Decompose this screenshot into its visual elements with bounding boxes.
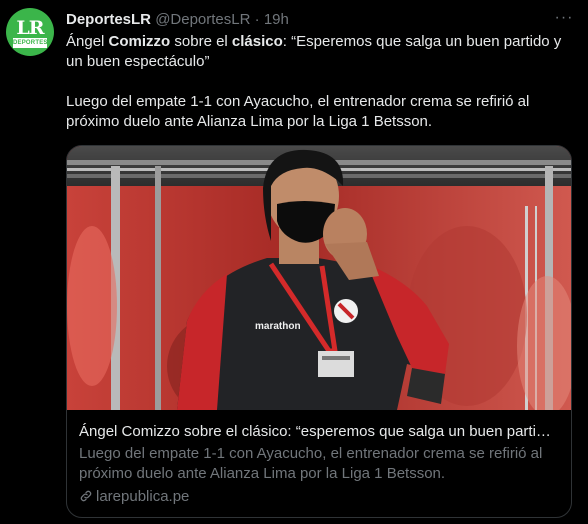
jacket-brand-text: marathon [255, 321, 301, 332]
avatar-logo-letters: LR [16, 17, 44, 39]
tweet[interactable]: LR DEPORTES DeportesLR @DeportesLR · 19h… [0, 0, 588, 524]
author-handle[interactable]: @DeportesLR [155, 11, 250, 28]
avatar-logo-sub: DEPORTES [13, 38, 48, 48]
separator-dot: · [254, 11, 260, 28]
timestamp[interactable]: 19h [264, 11, 289, 28]
tweet-paragraph-2: Luego del empate 1-1 con Ayacucho, el en… [66, 93, 530, 130]
card-domain: larepublica.pe [96, 488, 190, 505]
tweet-text: Ángel Comizzo sobre el clásico: “Esperem… [66, 32, 576, 132]
more-options-icon[interactable]: ··· [553, 9, 575, 31]
bold-word: clásico [231, 33, 283, 50]
link-preview-card[interactable]: marathon Ángel Comizzo sobre el clásico:… [66, 145, 572, 518]
card-domain-row[interactable]: larepublica.pe [79, 487, 559, 507]
bold-name: Comizzo [108, 33, 171, 50]
text-span: sobre el [170, 33, 232, 50]
link-icon [80, 490, 92, 502]
text-span: Ángel [66, 33, 109, 50]
card-title[interactable]: Ángel Comizzo sobre el clásico: “esperem… [79, 422, 559, 442]
author-name[interactable]: DeportesLR [66, 11, 151, 28]
avatar[interactable]: LR DEPORTES [6, 8, 54, 56]
tweet-header: DeportesLR @DeportesLR · 19h [66, 10, 289, 30]
card-description: Luego del empate 1-1 con Ayacucho, el en… [79, 445, 543, 482]
tweet-paragraph-1: Ángel Comizzo sobre el clásico: “Esperem… [66, 32, 576, 72]
card-body: Ángel Comizzo sobre el clásico: “esperem… [79, 422, 559, 507]
card-image[interactable]: marathon [67, 146, 571, 410]
